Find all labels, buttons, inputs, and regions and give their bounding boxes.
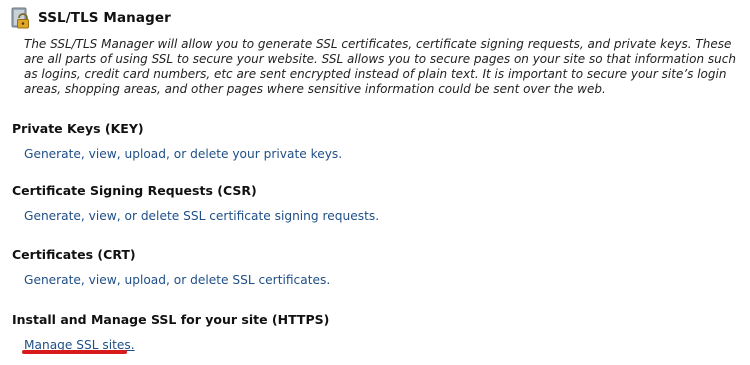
- page-title: SSL/TLS Manager: [38, 10, 171, 26]
- section-csr: Certificate Signing Requests (CSR) Gener…: [12, 183, 732, 224]
- section-private-keys: Private Keys (KEY) Generate, view, uploa…: [12, 121, 732, 162]
- page-header: SSL/TLS Manager: [10, 6, 171, 30]
- private-keys-link[interactable]: Generate, view, upload, or delete your p…: [24, 146, 342, 162]
- highlight-underline-mark: [22, 350, 127, 354]
- section-heading-csr: Certificate Signing Requests (CSR): [12, 183, 257, 198]
- section-heading-certificates: Certificates (CRT): [12, 247, 136, 262]
- lock-icon: [10, 6, 32, 30]
- section-heading-private-keys: Private Keys (KEY): [12, 121, 144, 136]
- page-description: The SSL/TLS Manager will allow you to ge…: [24, 37, 736, 96]
- section-certificates: Certificates (CRT) Generate, view, uploa…: [12, 247, 732, 288]
- section-install-manage-ssl: Install and Manage SSL for your site (HT…: [12, 312, 732, 353]
- csr-link[interactable]: Generate, view, or delete SSL certificat…: [24, 208, 379, 224]
- section-heading-install-manage-ssl: Install and Manage SSL for your site (HT…: [12, 312, 330, 327]
- certificates-link[interactable]: Generate, view, upload, or delete SSL ce…: [24, 272, 330, 288]
